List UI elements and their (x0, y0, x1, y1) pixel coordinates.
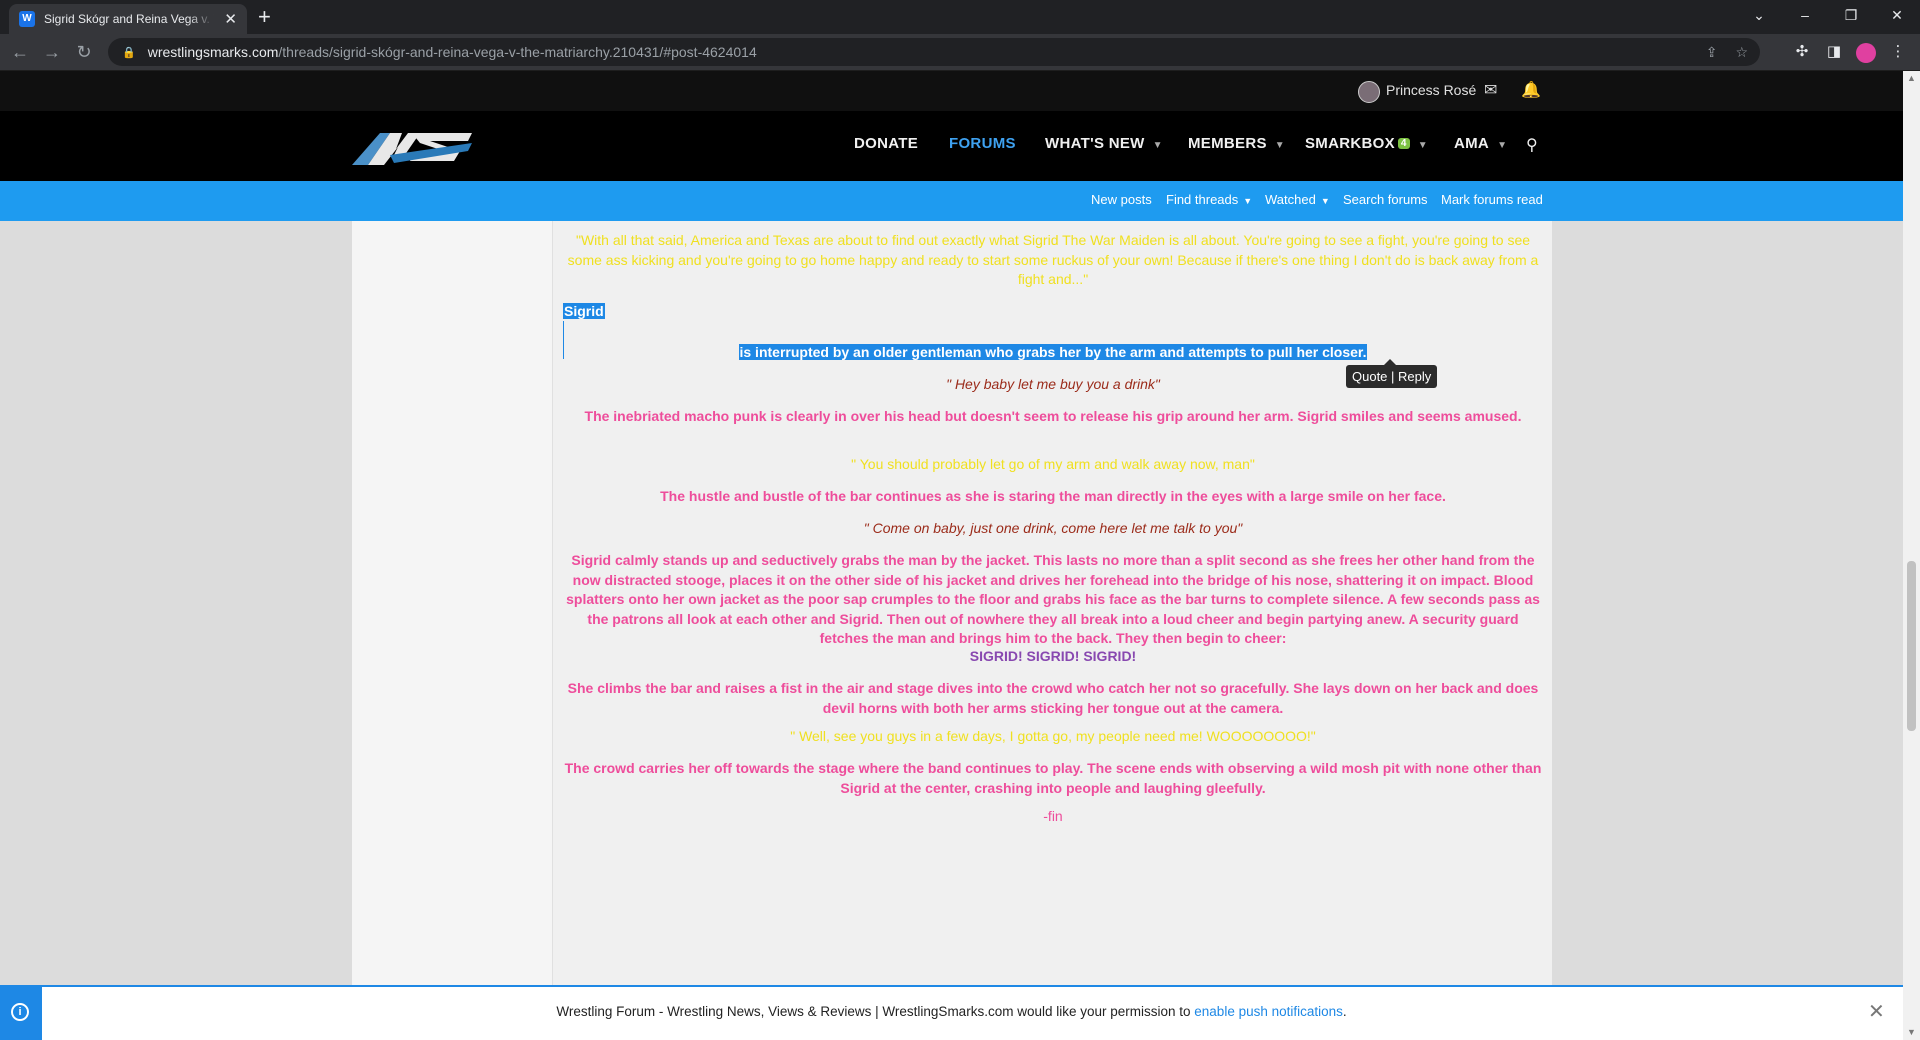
chevron-down-icon: ▼ (1320, 196, 1330, 206)
sub-navigation: New posts Find threads ▼ Watched ▼ Search … (0, 181, 1903, 221)
enable-push-link[interactable]: enable push notifications (1194, 1004, 1343, 1019)
username-link[interactable]: Princess Rosé (1386, 82, 1476, 98)
post-body: "With all that said, America and Texas a… (553, 221, 1552, 1040)
post-paragraph: " You should probably let go of my arm a… (851, 456, 1255, 472)
envelope-icon[interactable]: ✉ (1484, 80, 1497, 100)
thread-content: "With all that said, America and Texas a… (352, 221, 1552, 1040)
post-paragraph: -fin (1043, 808, 1063, 824)
user-bar: Princess Rosé ✉ 🔔 (0, 71, 1903, 111)
selected-text: is interrupted by an older gentleman who… (739, 344, 1367, 360)
smarkbox-count-badge: 4 (1397, 138, 1410, 149)
subnav-new-posts[interactable]: New posts (1091, 192, 1152, 207)
close-window-button[interactable]: ✕ (1874, 0, 1920, 34)
post-paragraph: SIGRID! SIGRID! SIGRID! (969, 648, 1137, 664)
post-paragraph: The hustle and bustle of the bar continu… (660, 488, 1446, 504)
post-paragraph: Sigrid calmly stands up and seductively … (566, 552, 1540, 646)
url-path: /threads/sigrid-skógr-and-reina-vega-v-t… (278, 44, 757, 60)
scroll-down-arrow-icon[interactable]: ▼ (1903, 1027, 1920, 1037)
share-icon[interactable]: ⇪ (1706, 44, 1718, 61)
post-paragraph: " Hey baby let me buy you a drink" (946, 376, 1160, 392)
nav-smarkbox[interactable]: SMARKBOX 4 ▼ (1305, 135, 1428, 152)
site-logo[interactable] (350, 121, 472, 171)
lock-icon: 🔒 (122, 46, 136, 59)
url-host: wrestlingsmarks.com (147, 44, 279, 60)
new-tab-button[interactable]: + (258, 4, 271, 30)
minimize-button[interactable]: – (1782, 0, 1828, 34)
nav-whats-new-label: WHAT'S NEW (1045, 135, 1145, 152)
subnav-find-threads-label: Find threads (1166, 192, 1239, 207)
post-paragraph: The inebriated macho punk is clearly in … (584, 408, 1522, 424)
post-paragraph: is interrupted by an older gentleman who… (563, 343, 1543, 363)
page-viewport: Princess Rosé ✉ 🔔 DONATE FORUMS WHAT'S N… (0, 71, 1903, 1040)
chevron-down-icon: ▼ (1243, 196, 1253, 206)
nav-forums[interactable]: FORUMS (949, 135, 1016, 152)
subnav-mark-forums-read[interactable]: Mark forums read (1441, 192, 1543, 207)
nav-donate[interactable]: DONATE (854, 135, 918, 152)
post-paragraph: "With all that said, America and Texas a… (567, 232, 1539, 287)
bookmark-star-icon[interactable]: ☆ (1735, 44, 1748, 61)
tab-search-icon[interactable]: ⌄ (1736, 0, 1782, 34)
reload-icon[interactable]: ↻ (70, 38, 98, 66)
side-panel-icon[interactable]: ◨ (1822, 40, 1846, 64)
chevron-down-icon[interactable]: ▼ (1418, 140, 1428, 151)
browser-titlebar: W Sigrid Skógr and Reina Vega v. The Mat… (0, 0, 1920, 34)
nav-members[interactable]: MEMBERS ▼ (1188, 135, 1285, 152)
post-paragraph: She climbs the bar and raises a fist in … (567, 680, 1539, 716)
subnav-watched-label: Watched (1265, 192, 1316, 207)
browser-tab[interactable]: W Sigrid Skógr and Reina Vega v. The Mat… (9, 4, 247, 34)
notification-message: Wrestling Forum - Wrestling News, Views … (556, 1004, 1195, 1019)
tab-title: Sigrid Skógr and Reina Vega v. The Matri… (44, 12, 214, 26)
chevron-down-icon[interactable]: ▼ (1497, 140, 1507, 151)
bell-icon[interactable]: 🔔 (1521, 80, 1541, 100)
subnav-watched[interactable]: Watched ▼ (1265, 192, 1330, 207)
search-icon[interactable]: ⚲ (1526, 135, 1538, 155)
chevron-down-icon[interactable]: ▼ (1275, 140, 1285, 151)
nav-members-label: MEMBERS (1188, 135, 1267, 152)
extensions-puzzle-icon[interactable]: ✣ (1790, 40, 1814, 64)
post-author-column (352, 221, 553, 1040)
chevron-down-icon[interactable]: ▼ (1153, 140, 1163, 151)
restore-button[interactable]: ❐ (1828, 0, 1874, 34)
subnav-search-forums[interactable]: Search forums (1343, 192, 1428, 207)
post-paragraph: " Come on baby, just one drink, come her… (863, 520, 1243, 536)
address-bar[interactable]: 🔒 wrestlingsmarks.com/threads/sigrid-skó… (108, 38, 1760, 66)
main-navigation: DONATE FORUMS WHAT'S NEW ▼ MEMBERS ▼ SMARK… (0, 111, 1903, 181)
tab-close-icon[interactable]: ✕ (224, 10, 237, 28)
browser-toolbar: ← → ↻ 🔒 wrestlingsmarks.com/threads/sigr… (0, 34, 1920, 71)
forward-arrow-icon[interactable]: → (38, 38, 66, 66)
profile-avatar-icon[interactable] (1856, 43, 1876, 63)
post-paragraph: The crowd carries her off towards the st… (564, 760, 1542, 796)
push-notification-banner: i Wrestling Forum - Wrestling News, View… (0, 985, 1903, 1040)
back-arrow-icon[interactable]: ← (6, 38, 34, 66)
nav-smarkbox-label: SMARKBOX (1305, 135, 1395, 152)
user-avatar[interactable] (1358, 81, 1380, 103)
scrollbar-thumb[interactable] (1907, 561, 1916, 731)
nav-ama[interactable]: AMA ▼ (1454, 135, 1507, 152)
selected-text-sigrid: Sigrid (563, 303, 605, 319)
nav-whats-new[interactable]: WHAT'S NEW ▼ (1045, 135, 1163, 152)
notification-suffix: . (1342, 1004, 1347, 1019)
site-favicon-icon: W (19, 11, 35, 27)
subnav-find-threads[interactable]: Find threads ▼ (1166, 192, 1252, 207)
notification-text: Wrestling Forum - Wrestling News, Views … (0, 1004, 1903, 1019)
close-icon[interactable]: ✕ (1868, 999, 1885, 1024)
nav-ama-label: AMA (1454, 135, 1490, 152)
scroll-up-arrow-icon[interactable]: ▲ (1903, 73, 1920, 83)
chrome-menu-icon[interactable]: ⋮ (1886, 40, 1910, 64)
page-scrollbar[interactable]: ▲ ▼ (1903, 71, 1920, 1040)
post-paragraph: " Well, see you guys in a few days, I go… (790, 728, 1316, 744)
